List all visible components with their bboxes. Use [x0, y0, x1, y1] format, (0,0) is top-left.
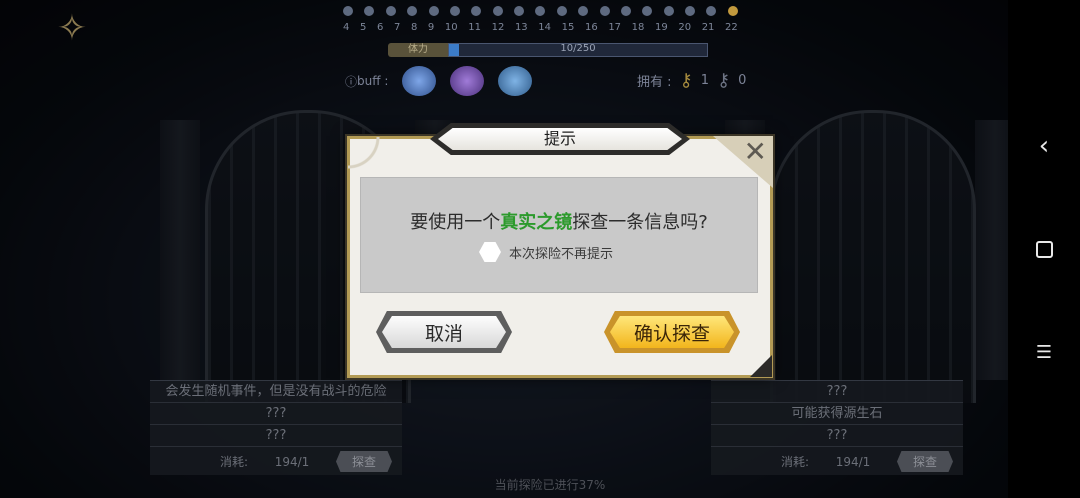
message-suffix: 探查一条信息吗?	[572, 212, 708, 233]
stage-tick	[407, 6, 418, 16]
stage-number: 6	[376, 22, 384, 33]
right-gate	[770, 110, 976, 403]
close-icon: ✕	[743, 135, 767, 168]
system-navbar: ‹ ☰	[1008, 0, 1080, 498]
compass-emblem-icon[interactable]: ✧	[40, 4, 104, 52]
stage-tick	[343, 6, 353, 16]
stage-number: 11	[468, 22, 481, 33]
stage-tick	[449, 6, 460, 16]
stage-number: 19	[655, 22, 668, 33]
checkbox-icon[interactable]	[479, 242, 501, 262]
stage-tick	[364, 6, 375, 16]
stage-tick	[428, 6, 439, 16]
stage-ticks	[343, 4, 738, 18]
confirm-explore-button[interactable]: 确认探查	[604, 311, 740, 353]
stage-number: 13	[514, 22, 528, 33]
buff-orb-icon[interactable]	[450, 66, 485, 96]
pillar	[975, 120, 1008, 380]
home-icon[interactable]	[1008, 219, 1080, 279]
buff-row: ⓘ buff :	[345, 66, 533, 96]
card-footer: 消耗: 194/1 探查	[711, 447, 963, 472]
stage-number: 8	[410, 22, 418, 33]
cancel-button[interactable]: 取消	[376, 311, 512, 353]
pillar	[160, 120, 200, 380]
inventory-label: 拥有 :	[637, 75, 672, 90]
stage-number: 12	[491, 22, 505, 33]
back-icon[interactable]: ‹	[1008, 116, 1080, 176]
buff-orb-icon[interactable]	[402, 66, 437, 96]
stage-tick	[492, 6, 503, 16]
stage-number: 9	[427, 22, 435, 33]
stage-tick	[471, 6, 482, 16]
stamina-label: 体力	[388, 43, 448, 57]
stamina-value: 10/250	[560, 43, 596, 54]
stage-tick	[599, 6, 610, 16]
stage-tick	[514, 6, 524, 16]
dialog-message: 要使用一个真实之镜探查一条信息吗?	[361, 208, 757, 234]
silver-key-icon: ⚷	[716, 70, 731, 91]
right-path-card: ??? 可能获得源生石 ??? 消耗: 194/1 探查	[711, 380, 963, 475]
cancel-button-label: 取消	[382, 316, 506, 348]
stage-number: 7	[393, 22, 401, 33]
stage-number: 10	[444, 22, 458, 33]
stage-number: 18	[631, 22, 645, 33]
card-line: ???	[711, 425, 963, 447]
stage-tick	[685, 6, 695, 16]
stage-numbers: 4 5 6 7 8 9 10 11 12 13 14 15 16 17 18 19 20 21 22	[343, 22, 738, 33]
stage-number: 4	[343, 22, 350, 33]
stage-tick	[663, 6, 674, 16]
dont-remind-checkbox[interactable]: 本次探险不再提示	[479, 242, 613, 262]
message-prefix: 要使用一个	[410, 212, 501, 233]
explore-button[interactable]: 探查	[896, 451, 953, 472]
stage-tick	[620, 6, 631, 16]
stage-number: 21	[701, 22, 715, 33]
gold-key-icon: ⚷	[679, 70, 693, 91]
stage-tick	[385, 6, 396, 16]
stamina-track: 10/250	[448, 43, 708, 57]
stage-number: 5	[359, 22, 367, 33]
stage-tick	[642, 6, 653, 16]
explore-button[interactable]: 探查	[335, 451, 392, 472]
card-line: 可能获得源生石	[711, 403, 963, 425]
card-line: ???	[150, 425, 402, 447]
message-panel: 要使用一个真实之镜探查一条信息吗? 本次探险不再提示	[360, 177, 758, 293]
stage-tick	[578, 6, 589, 16]
stage-number: 22	[725, 22, 738, 33]
stage-tick	[535, 6, 546, 16]
card-footer: 消耗: 194/1 探查	[150, 447, 402, 472]
silver-key-count: 0	[738, 73, 747, 88]
card-line: ???	[711, 381, 963, 403]
gold-key-count: 1	[700, 73, 709, 88]
stamina-bar: 体力 10/250	[388, 43, 708, 57]
card-line: 会发生随机事件，但是没有战斗的危险	[150, 381, 402, 403]
stage-tick	[706, 6, 717, 16]
message-item-name: 真实之镜	[500, 212, 573, 233]
checkbox-label: 本次探险不再提示	[509, 246, 614, 262]
stage-number: 20	[678, 22, 692, 33]
progress-note: 当前探险已进行37%	[494, 478, 606, 492]
stage-number: 15	[561, 22, 575, 33]
left-path-card: 会发生随机事件，但是没有战斗的危险 ??? ??? 消耗: 194/1 探查	[150, 380, 402, 475]
confirm-button-label: 确认探查	[610, 316, 734, 348]
cost-value: 194/1	[835, 454, 871, 469]
card-line: ???	[150, 403, 402, 425]
menu-icon[interactable]: ☰	[1008, 322, 1080, 382]
stage-tick	[727, 6, 738, 16]
dialog-title: 提示	[438, 128, 682, 150]
stage-number: 16	[584, 22, 598, 33]
stage-number: 14	[538, 22, 552, 33]
stage-tick	[556, 6, 567, 16]
buff-label: buff :	[357, 74, 389, 88]
info-icon[interactable]: ⓘ	[345, 73, 357, 90]
buff-orb-icon[interactable]	[498, 66, 533, 96]
confirm-dialog: 提示 ✕ 要使用一个真实之镜探查一条信息吗? 本次探险不再提示 取消 确认探查	[347, 123, 773, 378]
inventory-row: 拥有 : ⚷ 1 ⚷ 0	[637, 70, 746, 91]
stage-number: 17	[608, 22, 622, 33]
cost-label: 消耗:	[220, 455, 249, 469]
cost-label: 消耗:	[781, 455, 810, 469]
cost-value: 194/1	[274, 454, 310, 469]
stage-progress: 4 5 6 7 8 9 10 11 12 13 14 15 16 17 18 19 20 21 22	[343, 4, 738, 38]
